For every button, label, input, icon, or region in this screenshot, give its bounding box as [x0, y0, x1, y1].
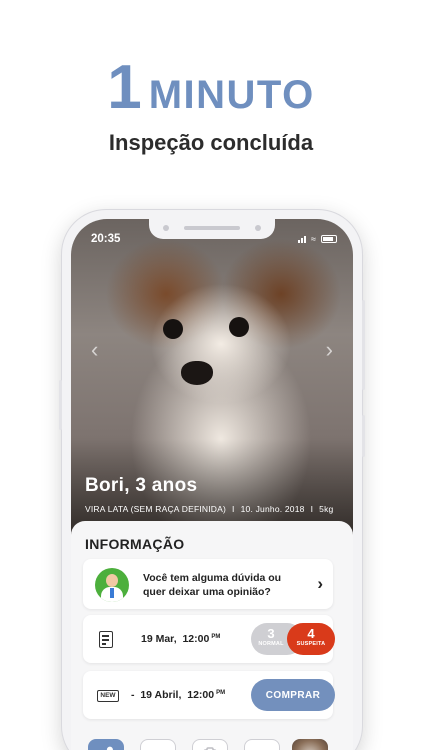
vet-card-text: Você tem alguma dúvida ou quer deixar um…	[143, 571, 281, 599]
headline-word: MINUTO	[148, 73, 315, 117]
phone-frame: 20:35 ≈ ‹ › Bori, 3 anos VIRA LATA (SEM …	[59, 210, 365, 750]
pet-meta: VIRA LATA (SEM RAÇA DEFINIDA) I 10. Junho.…	[85, 504, 333, 514]
side-button-right-top	[362, 300, 365, 390]
camera-icon	[141, 740, 175, 750]
notch-dot-right	[255, 225, 261, 231]
clipboard-icon	[203, 747, 217, 750]
inspection-period: PM	[211, 633, 221, 640]
wifi-icon: ≈	[311, 234, 316, 244]
chevron-right-icon[interactable]: ›	[317, 574, 323, 594]
side-button-right-bottom	[362, 415, 365, 457]
status-icons: ≈	[298, 234, 337, 244]
pet-weight: 5kg	[319, 504, 334, 514]
cellular-signal-icon	[298, 235, 307, 243]
inspection-time: 12:00	[182, 633, 210, 645]
tab-home[interactable]	[88, 739, 124, 750]
headline-number: 1	[107, 53, 143, 122]
status-time: 20:35	[91, 233, 121, 245]
chevron-right-icon[interactable]: ›	[326, 337, 333, 363]
veterinarian-avatar-icon	[95, 568, 129, 602]
new-inspection-card: NEW - 19 Abril, 12:00 PM COMPRAR	[83, 671, 335, 719]
vet-card-line1: Você tem alguma dúvida ou	[143, 572, 282, 584]
new-inspection-period: PM	[216, 689, 226, 696]
suspect-count: 4	[307, 626, 315, 641]
meta-separator: I	[310, 504, 314, 514]
bone-icon	[106, 746, 113, 750]
inspection-result-card[interactable]: 19 Mar, 12:00 PM 3 NORMAL 4 SUSPEITA	[83, 615, 335, 663]
tab-pet-avatar[interactable]	[292, 739, 328, 750]
new-inspection-prefix: -	[131, 689, 135, 701]
info-sheet: INFORMAÇÃO Você tem alguma dúvida ou que…	[71, 521, 353, 750]
tab-camera[interactable]	[140, 739, 176, 750]
vet-card-line2: quer deixar uma opinião?	[143, 586, 271, 598]
notch	[149, 219, 275, 239]
inspection-date: 19 Mar,	[141, 633, 177, 645]
pet-breed: VIRA LATA (SEM RAÇA DEFINIDA)	[85, 504, 227, 514]
normal-count: 3	[267, 626, 275, 641]
suspect-label: SUSPEITA	[296, 641, 326, 647]
buy-button[interactable]: COMPRAR	[251, 679, 335, 711]
info-title: INFORMAÇÃO	[85, 536, 185, 552]
new-inspection-datetime: - 19 Abril, 12:00 PM	[131, 689, 225, 701]
side-button-left	[59, 380, 62, 430]
tab-clipboard[interactable]	[192, 739, 228, 750]
pet-birth-date: 10. Junho. 2018	[240, 504, 305, 514]
speaker-grille	[184, 226, 240, 230]
dog-eye-left	[163, 319, 183, 339]
notch-dot-left	[163, 225, 169, 231]
subtitle: Inspeção concluída	[108, 130, 314, 155]
new-badge: NEW	[97, 690, 119, 702]
new-inspection-time: 12:00	[187, 689, 215, 701]
headline: 1 MINUTO	[0, 52, 422, 123]
new-inspection-date: 19 Abril,	[140, 689, 182, 701]
promo-page: 1 MINUTO Inspeção concluída 20:35 ≈ ‹ › …	[0, 0, 422, 750]
document-list-icon	[99, 631, 113, 648]
app-screen: 20:35 ≈ ‹ › Bori, 3 anos VIRA LATA (SEM …	[71, 219, 353, 750]
chevron-left-icon[interactable]: ‹	[91, 337, 98, 363]
tab-empty[interactable]	[244, 739, 280, 750]
dog-nose	[181, 361, 213, 385]
result-summary-pill[interactable]: 3 NORMAL 4 SUSPEITA	[251, 623, 335, 655]
vet-question-card[interactable]: Você tem alguma dúvida ou quer deixar um…	[83, 559, 333, 609]
meta-separator: I	[232, 504, 235, 514]
pet-photo	[71, 219, 353, 549]
normal-label: NORMAL	[258, 641, 284, 647]
suspect-count-badge: 4 SUSPEITA	[287, 623, 335, 655]
inspection-datetime: 19 Mar, 12:00 PM	[141, 633, 220, 645]
pet-name: Bori, 3 anos	[85, 475, 198, 496]
dog-eye-right	[229, 317, 249, 337]
battery-icon	[321, 235, 337, 243]
